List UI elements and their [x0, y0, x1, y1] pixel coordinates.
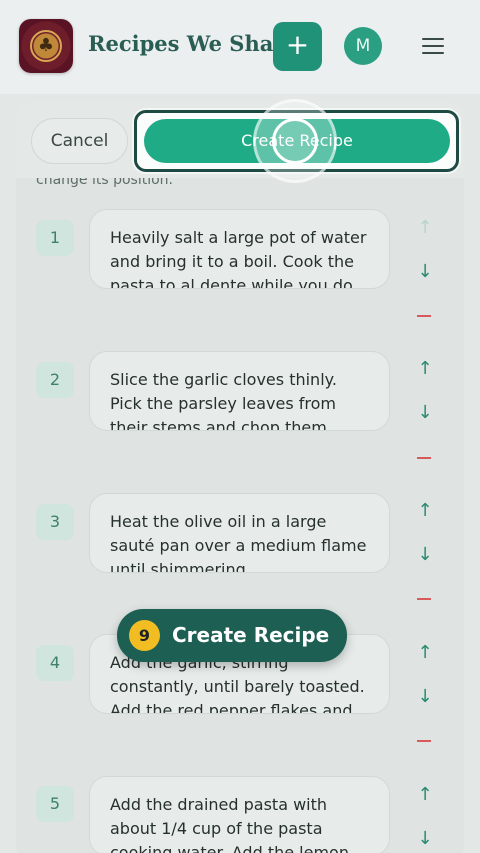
hamburger-menu-icon[interactable]	[422, 38, 446, 56]
add-recipe-button[interactable]: +	[273, 22, 322, 71]
step-input[interactable]: Add the drained pasta with about 1/4 cup…	[89, 776, 390, 853]
remove-step-icon[interactable]	[417, 457, 431, 459]
move-up-icon[interactable]: ↑	[412, 640, 438, 666]
step-number: 1	[36, 220, 74, 256]
move-down-icon[interactable]: ↓	[412, 400, 438, 426]
move-down-icon[interactable]: ↓	[412, 542, 438, 568]
step-input[interactable]: Slice the garlic cloves thinly. Pick the…	[89, 351, 390, 431]
step-text: Add the drained pasta with about 1/4 cup…	[110, 795, 349, 853]
move-up-icon[interactable]: ↑	[412, 782, 438, 808]
step-input[interactable]: Heavily salt a large pot of water and br…	[89, 209, 390, 289]
cancel-button[interactable]: Cancel	[31, 118, 128, 164]
step-number: 4	[36, 645, 74, 681]
move-up-icon[interactable]: ↑	[412, 356, 438, 382]
app-header: ♣ Recipes We Share + M	[0, 0, 480, 94]
move-down-icon[interactable]: ↓	[412, 826, 438, 852]
step-text: Slice the garlic cloves thinly. Pick the…	[110, 370, 337, 431]
tap-indicator-ring	[272, 118, 318, 164]
user-avatar[interactable]: M	[344, 27, 382, 65]
step-text: Heat the olive oil in a large sauté pan …	[110, 512, 367, 573]
step-number: 5	[36, 786, 74, 822]
move-up-icon[interactable]: ↑	[412, 215, 438, 241]
step-input[interactable]: Heat the olive oil in a large sauté pan …	[89, 493, 390, 573]
app-title[interactable]: Recipes We Share	[88, 31, 298, 56]
remove-step-icon[interactable]	[417, 740, 431, 742]
tree-icon: ♣	[37, 35, 55, 56]
tour-step-label: Create Recipe	[172, 623, 330, 647]
remove-step-icon[interactable]	[417, 315, 431, 317]
tour-step-badge[interactable]: 9 Create Recipe	[117, 609, 347, 662]
step-number: 3	[36, 504, 74, 540]
step-text: Heavily salt a large pot of water and br…	[110, 228, 367, 289]
move-up-icon[interactable]: ↑	[412, 498, 438, 524]
remove-step-icon[interactable]	[417, 598, 431, 600]
tour-step-number: 9	[129, 620, 160, 651]
move-down-icon[interactable]: ↓	[412, 259, 438, 285]
app-logo[interactable]: ♣	[19, 19, 73, 73]
step-number: 2	[36, 362, 74, 398]
move-down-icon[interactable]: ↓	[412, 684, 438, 710]
